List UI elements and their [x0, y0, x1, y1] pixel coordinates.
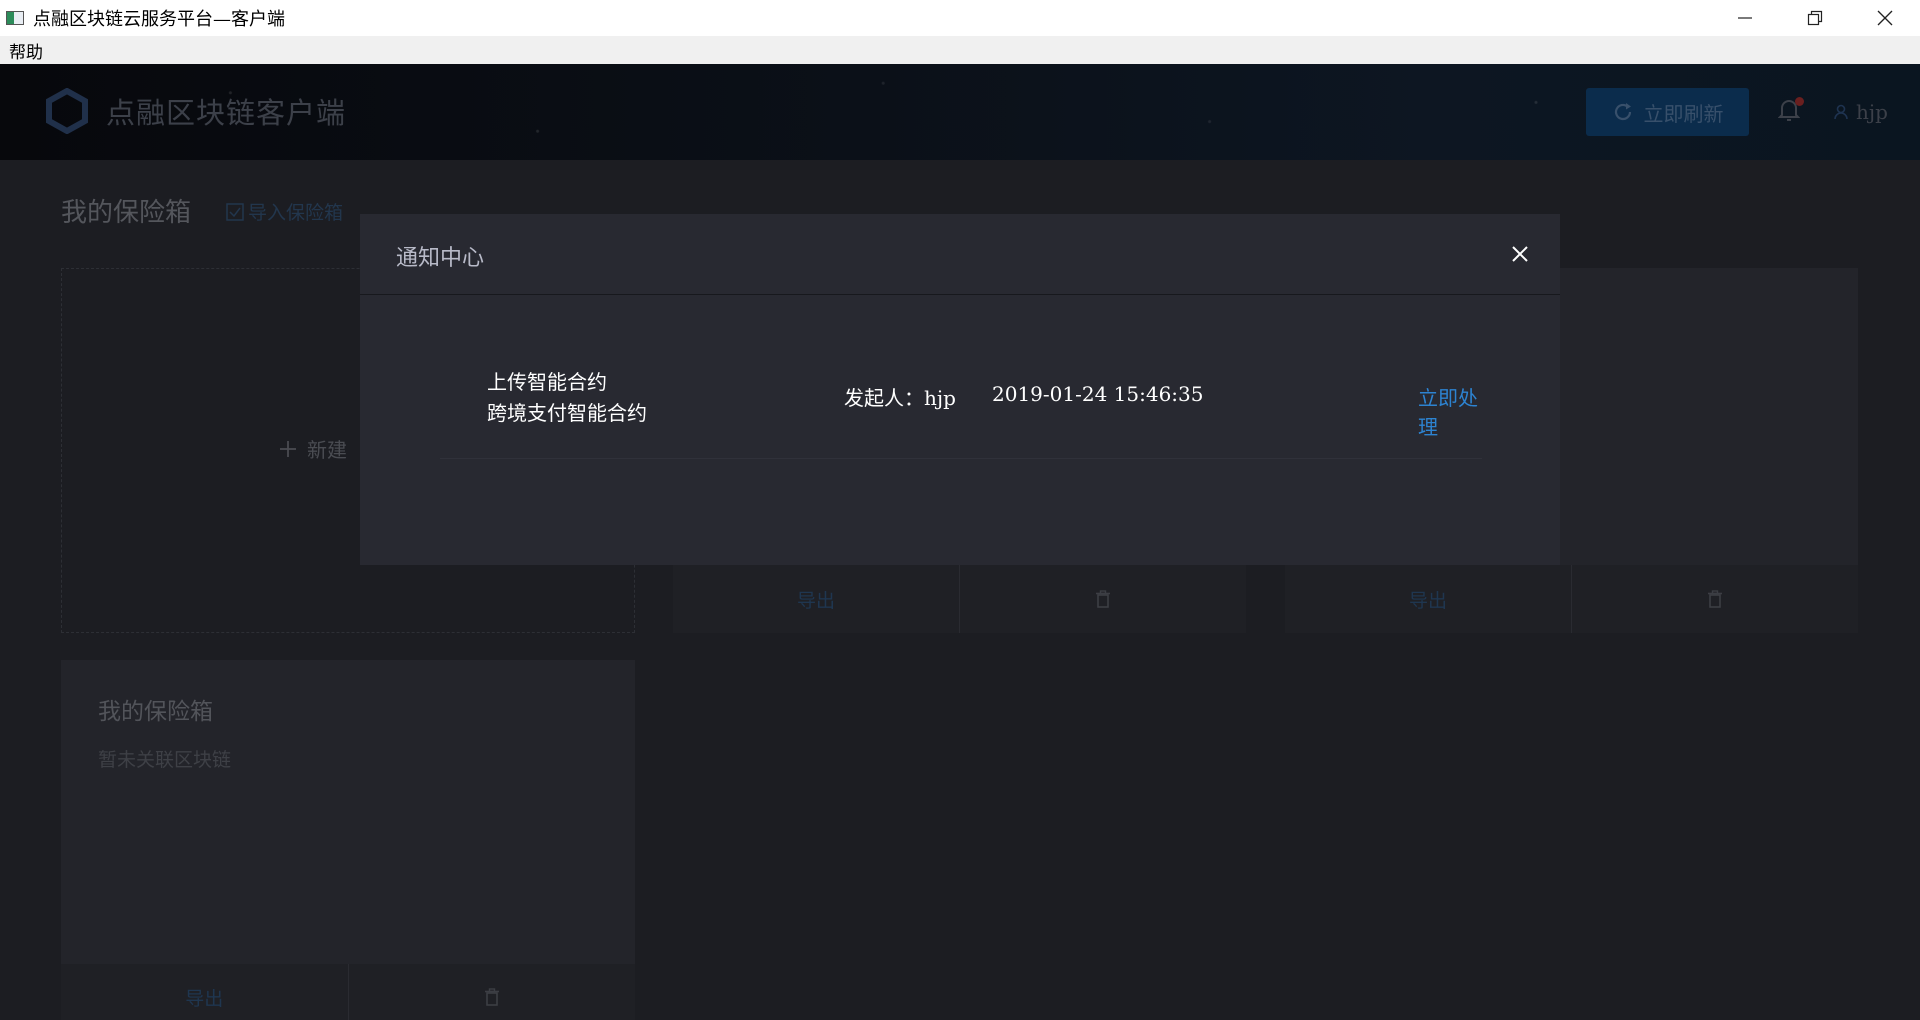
window-titlebar: 点融区块链云服务平台—客户端	[0, 0, 1920, 36]
notification-sender: 发起人：hjp	[844, 386, 956, 410]
notification-time: 2019-01-24 15:46:35	[992, 382, 1204, 406]
refresh-label: 立即刷新	[1643, 101, 1724, 126]
notification-center-dialog: 通知中心 上传智能合约 跨境支付智能合约 发起人：hjp 2019-01-24 …	[360, 214, 1560, 565]
card-footer: 导出	[673, 565, 1246, 633]
delete-button[interactable]	[1571, 565, 1858, 633]
minimize-button[interactable]	[1710, 0, 1780, 36]
refresh-icon	[1614, 103, 1631, 121]
app-header: 点融区块链客户端 立即刷新 hjp	[0, 64, 1920, 160]
user-menu[interactable]: hjp	[1834, 100, 1888, 124]
notification-dot	[1795, 97, 1804, 106]
import-vault-label: 导入保险箱	[248, 202, 344, 224]
plus-icon	[280, 440, 296, 457]
dialog-header: 通知中心	[360, 214, 1560, 295]
close-dialog-icon[interactable]	[1510, 244, 1530, 264]
username: hjp	[1856, 100, 1888, 124]
new-vault-button[interactable]: 新建	[279, 434, 347, 463]
close-icon	[1877, 10, 1893, 26]
import-vault-link[interactable]: 导入保险箱	[226, 198, 343, 225]
menubar: 帮助	[0, 36, 1920, 64]
minimize-icon	[1738, 17, 1752, 19]
export-button[interactable]: 导出	[673, 565, 959, 633]
trash-icon	[484, 988, 499, 1006]
brand-name: 点融区块链客户端	[106, 96, 347, 130]
menu-help[interactable]: 帮助	[9, 38, 43, 63]
export-button[interactable]: 导出	[1285, 565, 1571, 633]
refresh-button[interactable]: 立即刷新	[1586, 88, 1749, 136]
page-title: 我的保险箱	[61, 198, 192, 228]
app-icon	[6, 11, 24, 25]
import-icon	[226, 202, 244, 221]
trash-icon	[1708, 590, 1722, 608]
close-window-button[interactable]	[1850, 0, 1920, 36]
delete-button[interactable]	[959, 565, 1246, 633]
window-title: 点融区块链云服务平台—客户端	[33, 9, 285, 30]
user-icon	[1834, 104, 1848, 120]
card-footer: 导出	[1285, 565, 1858, 633]
notification-contract-name: 跨境支付智能合约	[487, 401, 647, 425]
vault-card-status: 暂未关联区块链	[98, 749, 232, 771]
trash-icon	[1096, 590, 1110, 608]
delete-button[interactable]	[347, 964, 636, 1020]
logo-icon	[46, 88, 88, 134]
window-controls	[1710, 0, 1920, 36]
restore-icon	[1807, 10, 1823, 26]
notification-item: 上传智能合约 跨境支付智能合约 发起人：hjp 2019-01-24 15:46…	[440, 294, 1482, 459]
vault-card-title: 我的保险箱	[98, 699, 213, 725]
process-now-link[interactable]: 立即处理	[1418, 382, 1482, 440]
card-footer: 导出	[61, 964, 635, 1020]
notification-type: 上传智能合约	[487, 370, 607, 394]
new-vault-label: 新建	[307, 438, 347, 462]
vault-card[interactable]: 我的保险箱 暂未关联区块链 导出	[61, 660, 635, 1020]
dialog-title: 通知中心	[396, 246, 485, 271]
restore-button[interactable]	[1780, 0, 1850, 36]
export-button[interactable]: 导出	[61, 964, 348, 1020]
